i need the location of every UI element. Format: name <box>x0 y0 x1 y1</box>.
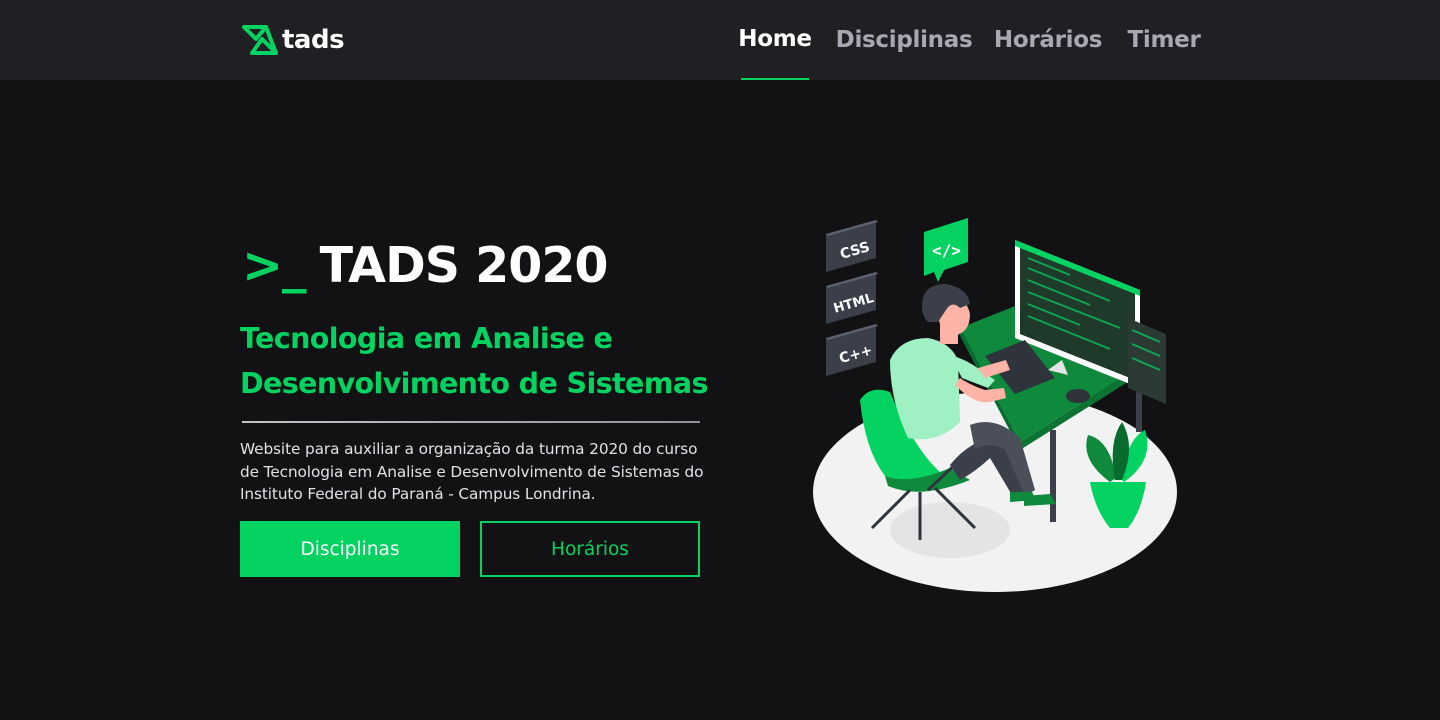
brand-logo[interactable]: tads <box>242 24 345 56</box>
horarios-button[interactable]: Horários <box>480 521 700 577</box>
html-tag: HTML <box>826 272 878 324</box>
mouse <box>1066 389 1090 403</box>
cpp-tag: C++ <box>826 324 878 376</box>
nav-disciplinas[interactable]: Disciplinas <box>836 0 973 80</box>
disciplinas-button[interactable]: Disciplinas <box>240 521 460 577</box>
hero-title-text: TADS 2020 <box>319 236 609 294</box>
nav-horarios[interactable]: Horários <box>994 0 1103 80</box>
nav-timer[interactable]: Timer <box>1128 0 1201 80</box>
developer-illustration: CSS HTML C++ </> <box>813 218 1177 592</box>
tads-logo-icon <box>242 25 278 55</box>
css-tag: CSS <box>826 220 878 272</box>
hero-title: >_ TADS 2020 <box>242 232 609 298</box>
divider <box>242 421 700 423</box>
hero-subtitle: Tecnologia em Analise e Desenvolvimento … <box>240 322 708 400</box>
nav-home[interactable]: Home <box>738 0 812 80</box>
top-navbar: tads Home Disciplinas Horários Timer <box>0 0 1440 80</box>
hero-description: Website para auxiliar a organização da t… <box>240 440 704 503</box>
code-badge-icon: </> <box>924 218 968 282</box>
terminal-prompt: >_ <box>242 236 307 294</box>
brand-name: tads <box>282 25 345 55</box>
code-badge-label: </> <box>932 241 961 260</box>
